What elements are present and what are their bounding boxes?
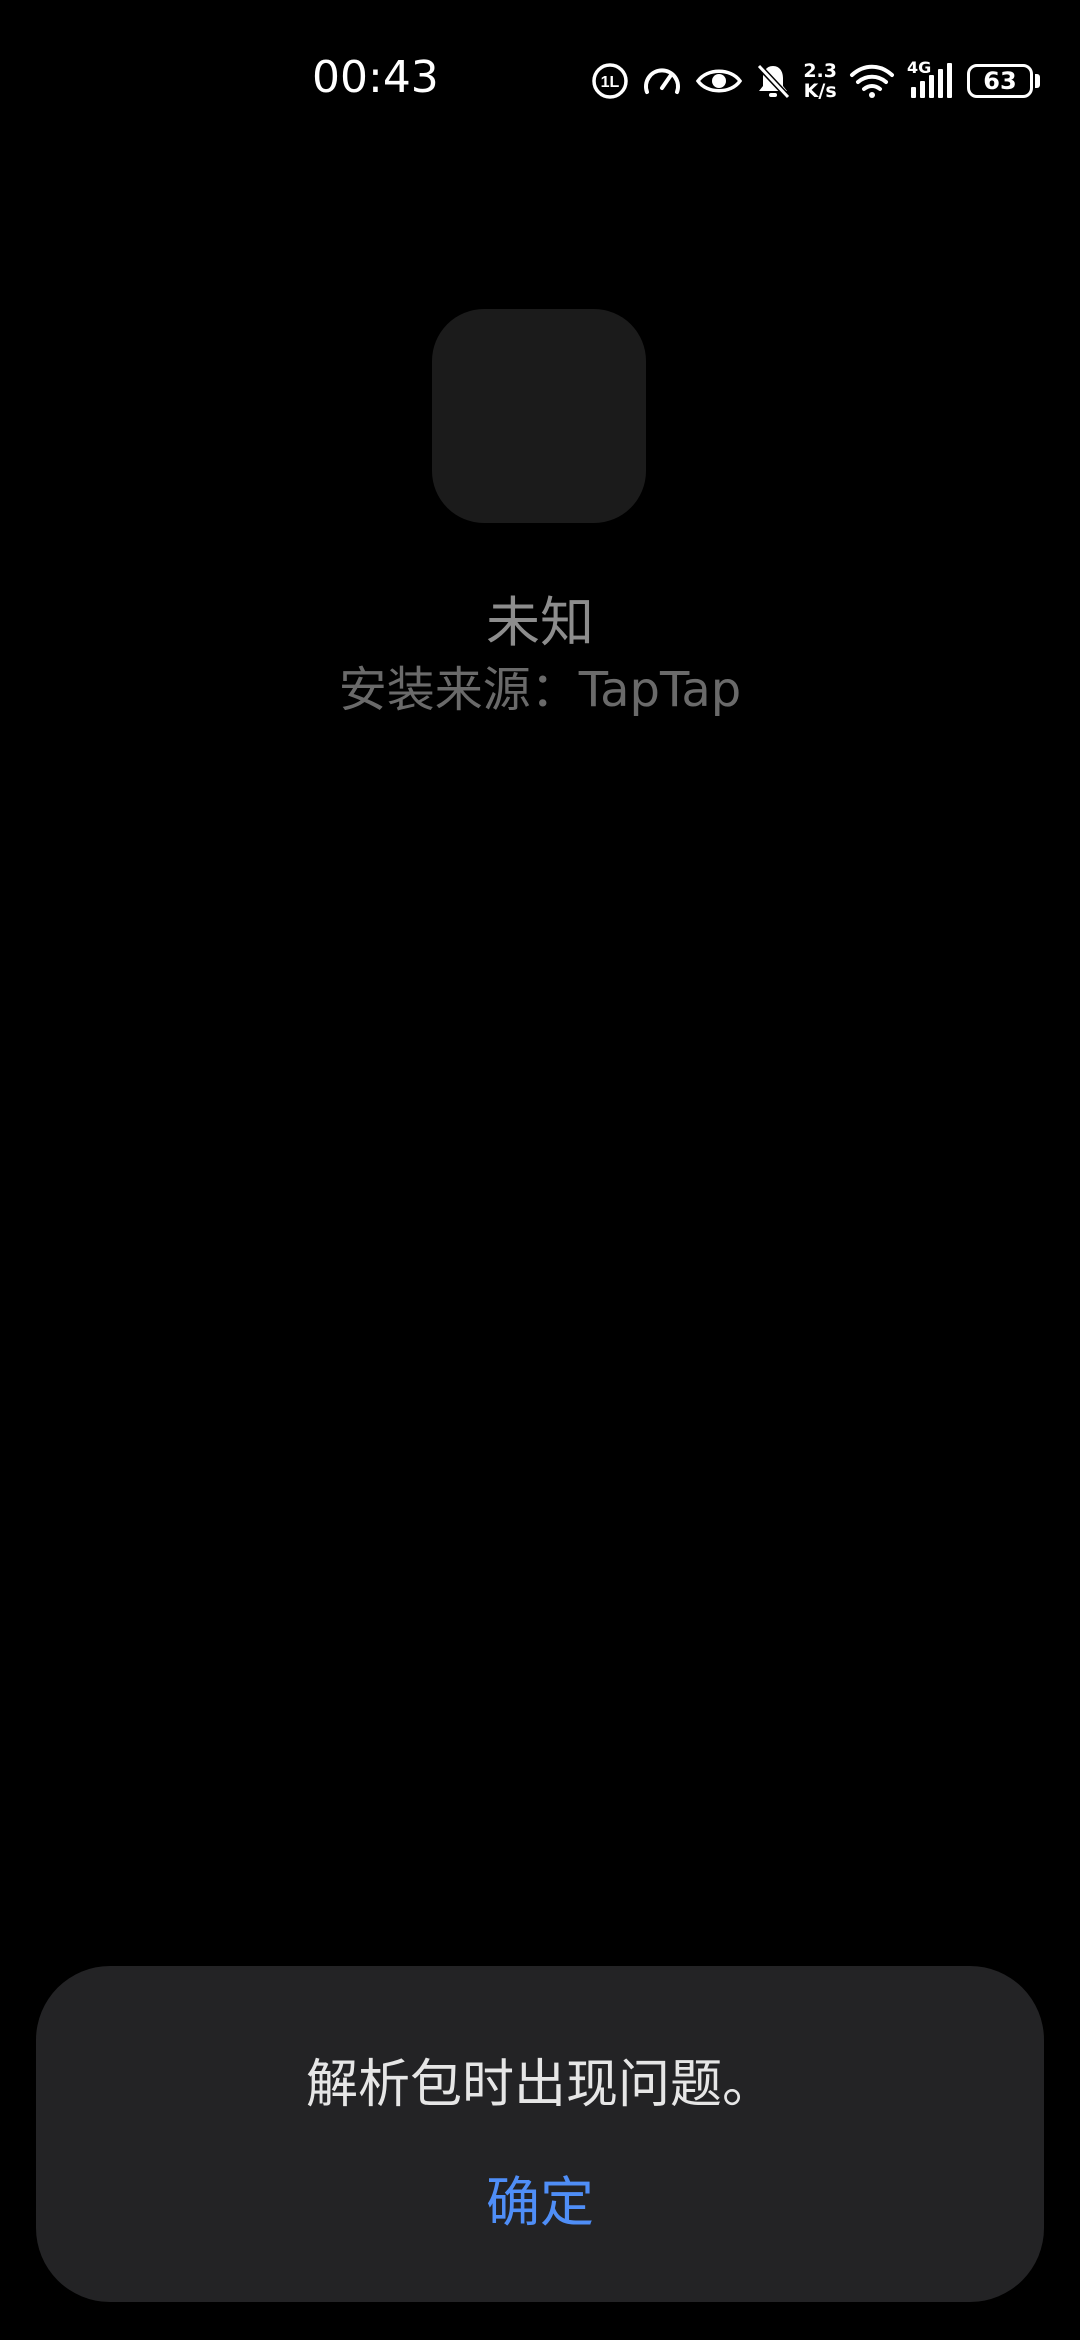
battery-tip (1035, 74, 1040, 88)
status-time: 00:43 (312, 52, 439, 103)
dialog-message: 解析包时出现问题。 (305, 2055, 774, 2115)
battery-icon: 63 (967, 56, 1040, 106)
battery-level: 63 (967, 64, 1033, 98)
confirm-button[interactable]: 确定 (410, 2158, 670, 2237)
status-icons: 1L 2.3 K/s 4G 63 (591, 56, 1040, 106)
status-bar: 00:43 1L 2.3 K/s 4G 63 (0, 0, 1080, 160)
error-dialog (36, 1966, 1044, 2302)
wifi-icon (849, 56, 895, 106)
speedometer-icon (641, 56, 683, 106)
signal-icon: 4G (907, 56, 955, 106)
app-icon-placeholder (432, 309, 646, 523)
svg-text:1L: 1L (601, 74, 620, 91)
eye-icon (695, 56, 743, 106)
network-speed: 2.3 K/s (803, 56, 837, 106)
app-name: 未知 (486, 591, 594, 654)
network-speed-value: 2.3 (803, 60, 837, 82)
app-install-source: 安装来源：TapTap (338, 662, 742, 718)
bell-off-icon (755, 56, 791, 106)
hd-call-icon: 1L (591, 56, 629, 106)
network-speed-unit: K/s (803, 80, 837, 102)
network-type: 4G (907, 58, 932, 77)
